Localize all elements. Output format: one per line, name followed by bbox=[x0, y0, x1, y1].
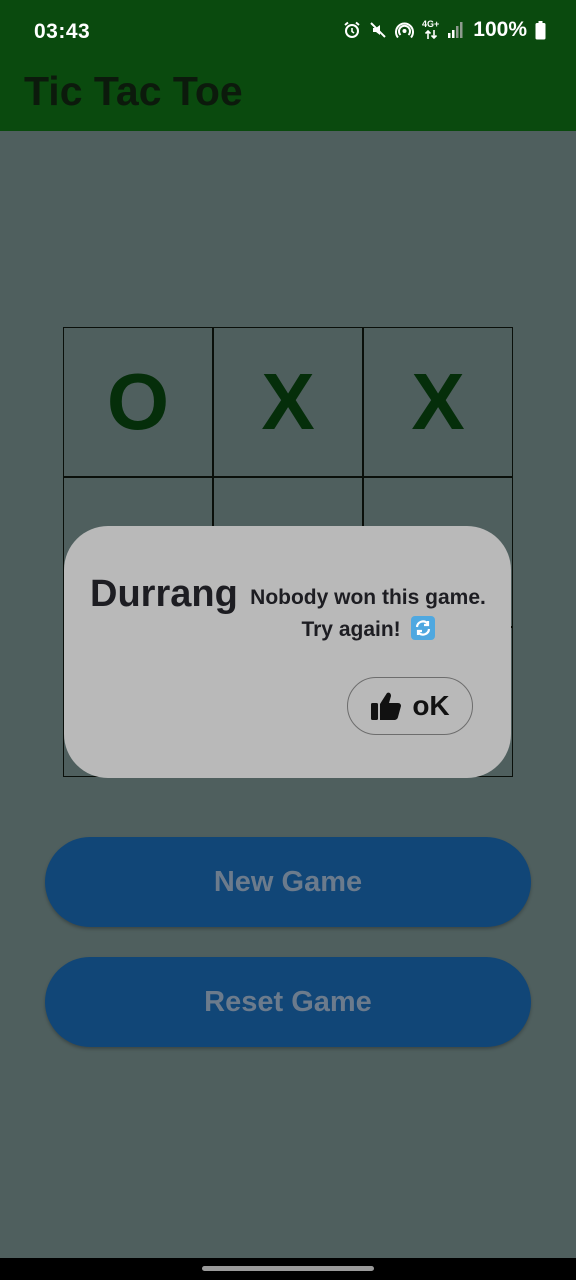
dialog-message-line2-row: Try again! bbox=[244, 614, 492, 646]
navigation-bar bbox=[0, 1258, 576, 1280]
alarm-icon bbox=[344, 21, 360, 38]
battery-percent: 100% bbox=[473, 18, 527, 41]
board-cell[interactable]: X bbox=[363, 327, 513, 477]
app-title: Tic Tac Toe bbox=[24, 68, 243, 114]
ok-button[interactable]: oK bbox=[347, 677, 473, 735]
home-gesture-handle[interactable] bbox=[202, 1266, 374, 1271]
ok-label: oK bbox=[412, 690, 450, 721]
result-dialog: Durrang Nobody won this game. Try again!… bbox=[64, 526, 511, 778]
dialog-message: Nobody won this game. Try again! bbox=[244, 582, 492, 646]
reset-game-button[interactable]: Reset Game bbox=[45, 957, 531, 1047]
status-bar: 03:43 4G+ 100% bbox=[0, 0, 576, 62]
network-label: 4G+ bbox=[422, 19, 440, 29]
thumbs-up-icon bbox=[371, 692, 402, 720]
hotspot-icon bbox=[395, 22, 414, 38]
battery-icon bbox=[535, 20, 546, 39]
dialog-title: Durrang bbox=[90, 573, 238, 615]
dialog-message-line2: Try again! bbox=[301, 618, 401, 641]
status-time: 03:43 bbox=[34, 20, 91, 43]
signal-icon bbox=[448, 22, 463, 38]
board-cell[interactable]: O bbox=[63, 327, 213, 477]
new-game-button[interactable]: New Game bbox=[45, 837, 531, 927]
board-cell[interactable]: X bbox=[213, 327, 363, 477]
app-bar: Tic Tac Toe bbox=[0, 62, 576, 131]
network-type: 4G+ bbox=[422, 20, 439, 40]
mute-icon bbox=[370, 22, 386, 38]
dialog-message-line1: Nobody won this game. bbox=[250, 586, 486, 609]
refresh-emoji-icon bbox=[410, 616, 435, 640]
status-icons: 4G+ 100% bbox=[343, 18, 546, 42]
data-arrows-icon bbox=[424, 29, 437, 40]
